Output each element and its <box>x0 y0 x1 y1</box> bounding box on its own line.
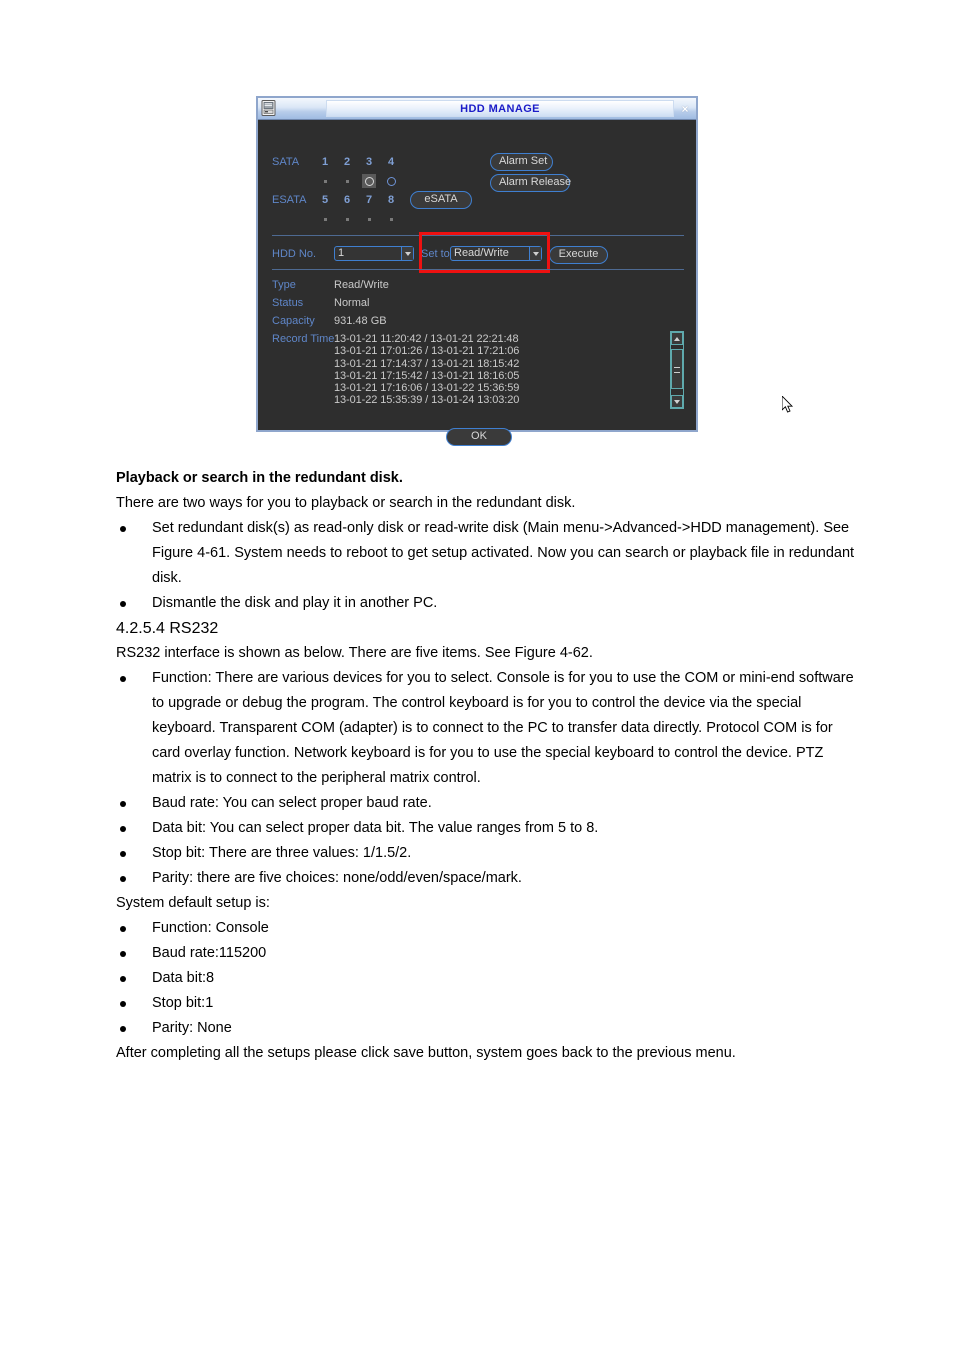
type-label: Type <box>272 279 296 291</box>
esata-number-row: 5 6 7 8 <box>318 194 398 206</box>
status-value: Normal <box>334 297 370 309</box>
record-time-list[interactable]: 13-01-21 11:20:42 / 13-01-21 22:21:48 13… <box>334 333 664 406</box>
chevron-down-icon[interactable] <box>529 247 541 260</box>
record-time-row: 13-01-21 17:14:37 / 13-01-21 18:15:42 <box>334 357 520 370</box>
execute-button[interactable]: Execute <box>549 246 608 264</box>
sata-number: 4 <box>387 156 395 168</box>
scrollbar-track[interactable] <box>671 345 683 395</box>
closing-paragraph: After completing all the setups please c… <box>116 1045 736 1061</box>
esata-slot-5[interactable] <box>318 212 332 226</box>
hdd-manage-dialog: HDD MANAGE × SATA 1 2 3 4 ESATA 5 6 7 8 <box>256 96 794 446</box>
hdd-no-select[interactable]: 1 <box>334 246 414 261</box>
list-item: Stop bit:1 <box>116 991 856 1016</box>
hdd-icon <box>260 99 278 118</box>
list-item: Set redundant disk(s) as read-only disk … <box>116 516 856 591</box>
defaults-intro: System default setup is: <box>116 895 270 911</box>
dialog-title: HDD MANAGE <box>460 102 540 115</box>
record-time-scrollbar[interactable] <box>670 331 684 409</box>
esata-slot-7[interactable] <box>362 212 376 226</box>
esata-number: 7 <box>365 194 373 206</box>
alarm-release-button[interactable]: Alarm Release <box>490 174 571 192</box>
scroll-up-icon[interactable] <box>671 332 683 345</box>
scroll-down-icon[interactable] <box>671 395 683 408</box>
esata-number: 8 <box>387 194 395 206</box>
set-to-value: Read/Write <box>454 247 509 259</box>
sata-slot-3-selected[interactable] <box>362 174 376 188</box>
esata-status-row <box>318 212 398 226</box>
esata-slot-6[interactable] <box>340 212 354 226</box>
dialog-body: SATA 1 2 3 4 ESATA 5 6 7 8 Alarm Set Ala… <box>258 120 794 446</box>
separator-bottom <box>272 269 684 270</box>
list-item: Parity: there are five choices: none/odd… <box>116 866 856 891</box>
record-time-row: 13-01-21 11:20:42 / 13-01-21 22:21:48 <box>334 333 519 345</box>
esata-button[interactable]: eSATA <box>410 191 472 209</box>
sata-slot-1[interactable] <box>318 174 332 188</box>
close-icon[interactable]: × <box>676 100 694 118</box>
status-label: Status <box>272 297 304 309</box>
set-to-label: Set to <box>421 248 450 260</box>
list-item: Baud rate: You can select proper baud ra… <box>116 791 856 816</box>
list-item: Data bit: You can select proper data bit… <box>116 816 856 841</box>
sata-status-row <box>318 174 398 188</box>
esata-number: 6 <box>343 194 351 206</box>
scrollbar-thumb[interactable] <box>671 349 683 389</box>
capacity-value: 931.48 GB <box>334 315 387 327</box>
separator-top <box>272 235 684 236</box>
set-to-select[interactable]: Read/Write <box>450 246 542 261</box>
document-body: Playback or search in the redundant disk… <box>116 466 856 1066</box>
mouse-cursor-icon <box>781 394 794 414</box>
capacity-label: Capacity <box>272 315 315 327</box>
list-item: Data bit:8 <box>116 966 856 991</box>
hdd-no-label: HDD No. <box>272 248 317 260</box>
section1-intro: There are two ways for you to playback o… <box>116 495 576 511</box>
ok-button[interactable]: OK <box>446 428 512 446</box>
list-item: Parity: None <box>116 1016 856 1041</box>
sata-number-row: 1 2 3 4 <box>318 156 398 168</box>
section-heading-rs232: 4.2.5.4 RS232 <box>116 620 219 637</box>
sata-slot-2[interactable] <box>340 174 354 188</box>
record-time-label: Record Time <box>272 333 335 345</box>
sata-label: SATA <box>272 156 300 168</box>
dialog-titlebar: HDD MANAGE × <box>258 98 696 120</box>
list-item: Dismantle the disk and play it in anothe… <box>116 591 856 616</box>
type-value: Read/Write <box>334 279 389 291</box>
list-item: Function: There are various devices for … <box>116 666 856 791</box>
record-time-row: 13-01-21 17:16:06 / 13-01-22 15:36:59 <box>334 382 520 395</box>
esata-slot-8[interactable] <box>384 212 398 226</box>
section-heading-playback: Playback or search in the redundant disk… <box>116 470 403 486</box>
sata-number: 3 <box>365 156 373 168</box>
list-item: Stop bit: There are three values: 1/1.5/… <box>116 841 856 866</box>
sata-number: 2 <box>343 156 351 168</box>
sata-slot-4[interactable] <box>384 174 398 188</box>
record-time-row: 13-01-21 17:15:42 / 13-01-21 18:16:05 <box>334 369 520 382</box>
list-item: Baud rate:115200 <box>116 941 856 966</box>
esata-label: ESATA <box>272 194 307 206</box>
hdd-no-value: 1 <box>338 247 345 259</box>
section2-intro: RS232 interface is shown as below. There… <box>116 645 593 661</box>
chevron-down-icon[interactable] <box>401 247 413 260</box>
list-item: Function: Console <box>116 916 856 941</box>
esata-number: 5 <box>321 194 329 206</box>
record-time-row: 13-01-21 17:01:26 / 13-01-21 17:21:06 <box>334 345 520 358</box>
sata-number: 1 <box>321 156 329 168</box>
alarm-set-button[interactable]: Alarm Set <box>490 153 553 171</box>
record-time-row: 13-01-22 15:35:39 / 13-01-24 13:03:20 <box>334 394 520 406</box>
dialog-title-plate: HDD MANAGE <box>326 100 674 117</box>
